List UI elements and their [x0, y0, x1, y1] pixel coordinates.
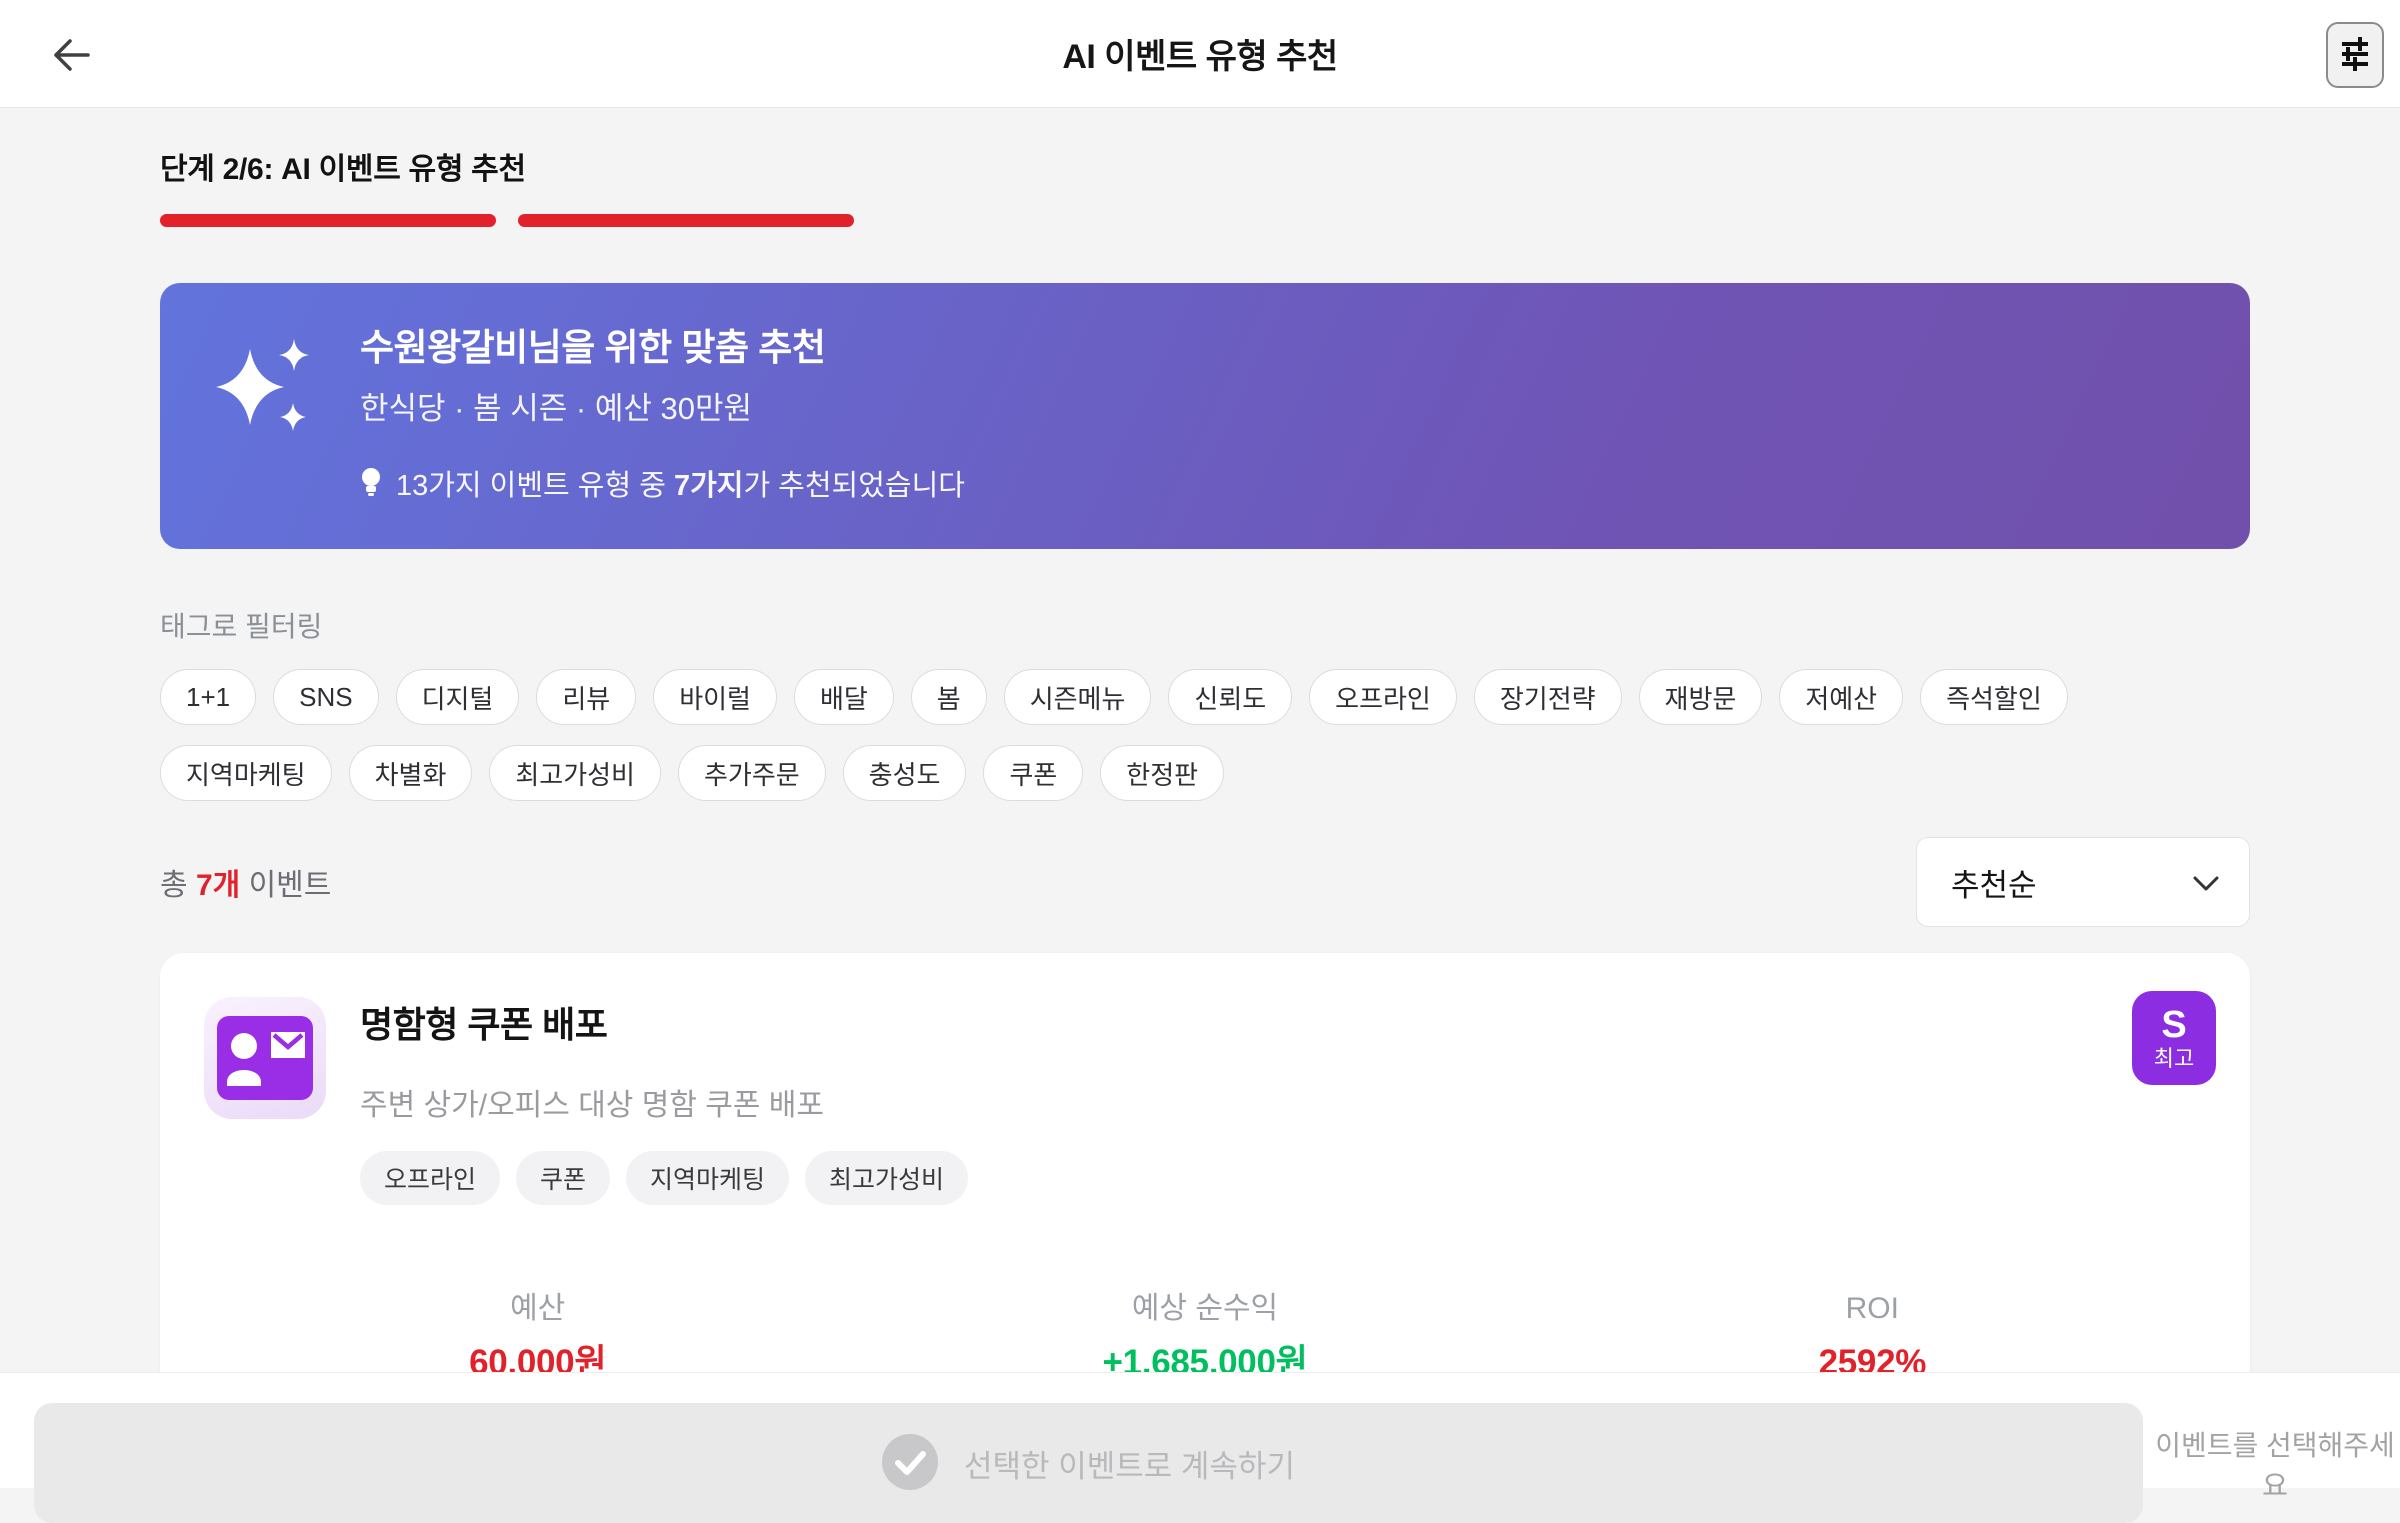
sparkles-icon — [212, 339, 312, 505]
tag-chip[interactable]: 바이럴 — [653, 669, 777, 725]
card-text-column: 명함형 쿠폰 배포 주변 상가/오피스 대상 명함 쿠폰 배포 오프라인 쿠폰 지역… — [360, 997, 969, 1205]
banner-info: 13가지 이벤트 유형 중 7가지가 추천되었습니다 — [360, 467, 965, 505]
stat-budget: 예산 60,000원 — [204, 1291, 871, 1385]
arrow-left-icon — [48, 33, 92, 80]
tag-filter-section: 태그로 필터링 1+1 SNS 디지털 리뷰 바이럴 배달 봄 시즌메뉴 신뢰도 오프라인 장기전략… — [160, 605, 2250, 801]
progress-section: 단계 2/6: AI 이벤트 유형 추천 — [160, 144, 2250, 227]
progress-bar-filled — [518, 214, 854, 227]
event-tags: 오프라인 쿠폰 지역마케팅 최고가성비 — [360, 1151, 969, 1205]
banner-subtitle: 한식당 · 봄 시즌 · 예산 30만원 — [360, 391, 753, 426]
tag-chip[interactable]: 지역마케팅 — [160, 745, 332, 801]
progress-bar-filled — [160, 214, 496, 227]
grade-badge: S 최고 — [2132, 991, 2216, 1085]
stat-budget-label: 예산 — [510, 1292, 566, 1325]
ai-recommendation-banner: 수원왕갈비님을 위한 맞춤 추천 한식당 · 봄 시즌 · 예산 30만원 13… — [160, 283, 2250, 549]
tag-chip[interactable]: 최고가성비 — [489, 745, 661, 801]
check-circle-icon — [882, 1433, 939, 1493]
main-content: 단계 2/6: AI 이벤트 유형 추천 수원왕갈비님을 위한 맞춤 추천 한식… — [160, 144, 2250, 1473]
tag-chip[interactable]: 봄 — [910, 669, 987, 725]
event-count-number: 7개 — [195, 869, 241, 902]
progress-bars — [160, 214, 2250, 227]
tag-chip[interactable]: 충성도 — [842, 745, 967, 801]
step-label: 단계 2/6: AI 이벤트 유형 추천 — [160, 153, 526, 186]
event-tag: 쿠폰 — [516, 1151, 611, 1205]
stat-roi: ROI 2592% — [1539, 1291, 2206, 1385]
event-description: 주변 상가/오피스 대상 명함 쿠폰 배포 — [360, 1089, 825, 1122]
tag-chip[interactable]: 신뢰도 — [1168, 669, 1293, 725]
tag-chip[interactable]: 차별화 — [348, 745, 473, 801]
stat-profit: 예상 순수익 +1,685,000원 — [871, 1291, 1538, 1385]
bottom-bar: 선택한 이벤트로 계속하기 이벤트를 선택해주세요 — [0, 1372, 2400, 1523]
event-title: 명함형 쿠폰 배포 — [360, 1004, 608, 1045]
event-tag: 오프라인 — [360, 1151, 501, 1205]
selection-hint: 이벤트를 선택해주세요 — [2155, 1430, 2395, 1501]
banner-text: 수원왕갈비님을 위한 맞춤 추천 한식당 · 봄 시즌 · 예산 30만원 13… — [360, 327, 965, 505]
tag-chip[interactable]: 오프라인 — [1309, 669, 1457, 725]
page-title: AI 이벤트 유형 추천 — [1062, 38, 1338, 76]
filter-settings-button[interactable] — [2326, 22, 2384, 88]
tag-chip[interactable]: 1+1 — [160, 669, 257, 725]
tag-chip[interactable]: SNS — [273, 669, 379, 725]
tag-chip[interactable]: 추가주문 — [677, 745, 826, 801]
back-button[interactable] — [46, 32, 94, 80]
sort-dropdown[interactable]: 추천순 — [1916, 837, 2250, 927]
grade-sub-label: 최고 — [2153, 1046, 2195, 1071]
tag-chip[interactable]: 한정판 — [1100, 745, 1225, 801]
continue-button-label: 선택한 이벤트로 계속하기 — [964, 1448, 1295, 1484]
banner-title: 수원왕갈비님을 위한 맞춤 추천 — [360, 327, 826, 368]
top-bar: AI 이벤트 유형 추천 — [0, 0, 2400, 108]
event-count: 총 7개 이벤트 — [160, 869, 332, 902]
stat-roi-label: ROI — [1845, 1292, 1899, 1325]
tag-filter-label: 태그로 필터링 — [160, 611, 323, 642]
chevron-down-icon — [2193, 864, 2219, 900]
tag-chip[interactable]: 쿠폰 — [983, 745, 1084, 801]
tag-chip[interactable]: 리뷰 — [536, 669, 637, 725]
event-tag: 최고가성비 — [805, 1151, 969, 1205]
tag-filter-chips: 1+1 SNS 디지털 리뷰 바이럴 배달 봄 시즌메뉴 신뢰도 오프라인 장기전략 재방문 저예산 즉석… — [160, 669, 2220, 801]
contact-mail-icon — [204, 997, 326, 1119]
card-top: 명함형 쿠폰 배포 주변 상가/오피스 대상 명함 쿠폰 배포 오프라인 쿠폰 지역… — [204, 997, 2206, 1205]
tag-chip[interactable]: 디지털 — [395, 669, 520, 725]
tag-chip[interactable]: 재방문 — [1638, 669, 1763, 725]
grade-letter: S — [2161, 1004, 2187, 1046]
tag-chip[interactable]: 저예산 — [1779, 669, 1904, 725]
event-stats: 예산 60,000원 예상 순수익 +1,685,000원 ROI 2592% — [204, 1291, 2206, 1385]
continue-button[interactable]: 선택한 이벤트로 계속하기 — [34, 1403, 2143, 1523]
list-header: 총 7개 이벤트 추천순 — [160, 837, 2250, 927]
stat-profit-label: 예상 순수익 — [1131, 1292, 1279, 1325]
lightbulb-icon — [360, 467, 382, 505]
tag-chip[interactable]: 즉석할인 — [1920, 669, 2068, 725]
tag-chip[interactable]: 시즌메뉴 — [1003, 669, 1152, 725]
banner-info-text: 13가지 이벤트 유형 중 7가지가 추천되었습니다 — [396, 470, 965, 502]
tag-chip[interactable]: 장기전략 — [1473, 669, 1622, 725]
sort-value: 추천순 — [1951, 867, 2037, 903]
tag-chip[interactable]: 배달 — [793, 669, 894, 725]
tune-sliders-icon — [2338, 35, 2372, 76]
event-tag: 지역마케팅 — [626, 1151, 790, 1205]
